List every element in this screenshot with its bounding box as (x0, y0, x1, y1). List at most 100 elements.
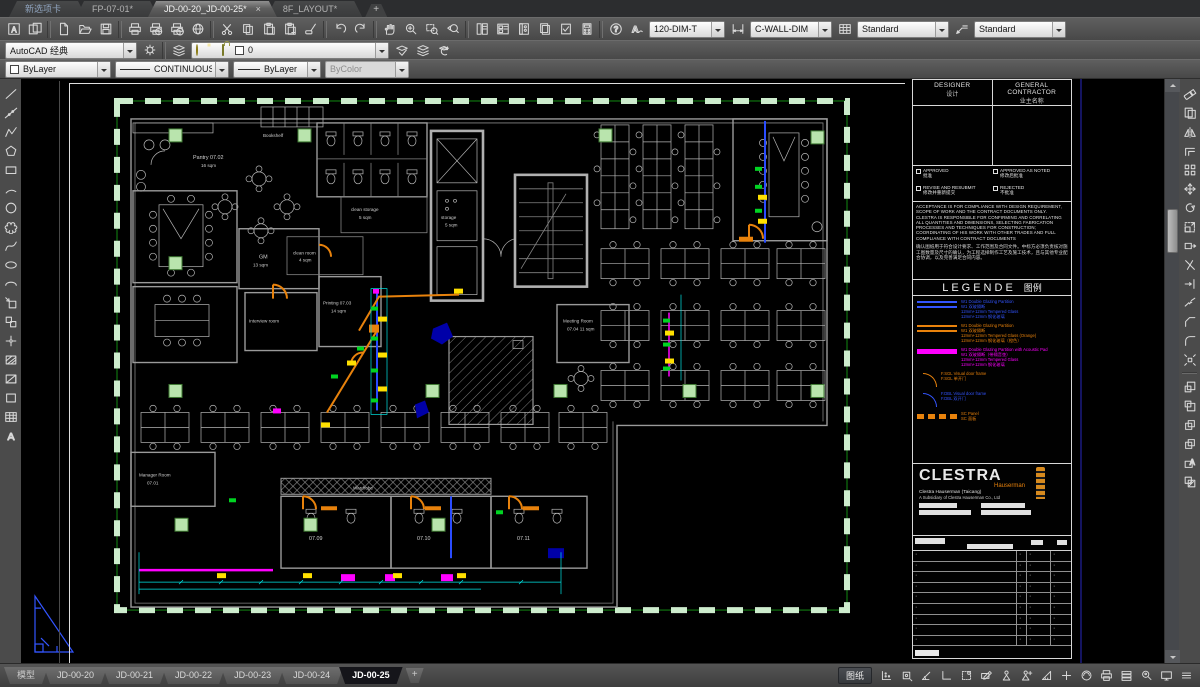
chevron-down-icon[interactable] (935, 22, 948, 37)
text-to-front-icon[interactable] (1180, 453, 1199, 472)
dyn-input-icon[interactable] (977, 667, 996, 685)
pan-icon[interactable] (379, 20, 400, 39)
ellipse-icon[interactable] (1, 255, 20, 274)
approval-checkbox[interactable] (993, 169, 998, 174)
plot-preview-icon[interactable] (145, 20, 166, 39)
hatch-icon[interactable] (1, 350, 20, 369)
web-publish-icon[interactable] (187, 20, 208, 39)
workspace-settings-gear-icon[interactable] (139, 41, 160, 60)
dim-style-icon[interactable] (727, 20, 748, 39)
revision-cloud-icon[interactable] (1, 217, 20, 236)
approval-checkbox[interactable] (916, 169, 921, 174)
explode-icon[interactable] (1180, 350, 1199, 369)
paper-model-toggle[interactable]: 图纸 (838, 667, 872, 684)
line-icon[interactable] (1, 84, 20, 103)
make-object-layer-current-icon[interactable] (412, 41, 433, 60)
scroll-down-arrow[interactable] (1165, 650, 1180, 663)
save-file-icon[interactable] (95, 20, 116, 39)
osnap-icon[interactable] (897, 667, 916, 685)
zoom-realtime-icon[interactable] (400, 20, 421, 39)
mirror-icon[interactable] (1180, 122, 1199, 141)
layers-state-icon[interactable] (1117, 667, 1136, 685)
close-icon[interactable]: × (256, 4, 261, 14)
chevron-down-icon[interactable] (97, 62, 110, 77)
open-file-icon[interactable] (74, 20, 95, 39)
stretch-icon[interactable] (1180, 236, 1199, 255)
erase-icon[interactable] (1180, 84, 1199, 103)
mleader-style-select[interactable]: Standard (974, 21, 1066, 38)
snap-icon[interactable] (957, 667, 976, 685)
rectangle-icon[interactable] (1, 160, 20, 179)
ellipse-arc-icon[interactable] (1, 274, 20, 293)
zoom-previous-icon[interactable] (442, 20, 463, 39)
break-icon[interactable] (1180, 293, 1199, 312)
scale-icon[interactable] (1180, 217, 1199, 236)
table-icon[interactable] (1, 407, 20, 426)
approval-checkbox[interactable] (916, 186, 921, 191)
chevron-down-icon[interactable] (307, 62, 320, 77)
array-icon[interactable] (1180, 160, 1199, 179)
construction-line-icon[interactable] (1, 103, 20, 122)
layout-tab[interactable]: JD-00-22 (162, 667, 225, 684)
extend-icon[interactable] (1180, 274, 1199, 293)
annotation-visibility-icon[interactable] (997, 667, 1016, 685)
annotation-scale-icon[interactable] (1037, 667, 1056, 685)
fillet-icon[interactable] (1180, 331, 1199, 350)
sheetset-manager-icon[interactable] (534, 20, 555, 39)
chevron-down-icon[interactable] (711, 22, 724, 37)
new-layout-button[interactable]: + (406, 668, 424, 683)
match-properties-icon[interactable] (300, 20, 321, 39)
layer-select[interactable]: 0 (191, 42, 389, 59)
bring-to-front-icon[interactable] (1180, 377, 1199, 396)
annotation-autoscale-icon[interactable] (1017, 667, 1036, 685)
dim-style-select[interactable]: 120-DIM-T (649, 21, 725, 38)
properties-palette-icon[interactable] (471, 20, 492, 39)
clean-screen-icon[interactable] (1157, 667, 1176, 685)
table-style-icon[interactable] (834, 20, 855, 39)
color-select[interactable]: ByLayer (5, 61, 111, 78)
linetype-select[interactable]: CONTINUOUS (115, 61, 229, 78)
scroll-up-arrow[interactable] (1165, 79, 1180, 92)
file-tab[interactable]: 8F_LAYOUT* (267, 1, 362, 17)
new-drawing-tab-button[interactable]: + (365, 4, 387, 17)
pdf-export-icon[interactable] (3, 20, 24, 39)
text-style-icon[interactable] (626, 20, 647, 39)
chevron-down-icon[interactable] (215, 62, 228, 77)
chevron-down-icon[interactable] (1052, 22, 1065, 37)
tool-palettes-icon[interactable] (513, 20, 534, 39)
table-style-select[interactable]: Standard (857, 21, 949, 38)
rotate-icon[interactable] (1180, 198, 1199, 217)
help-icon[interactable] (605, 20, 626, 39)
layer-properties-manager-icon[interactable] (168, 41, 189, 60)
layout-tab[interactable]: JD-00-20 (44, 667, 107, 684)
zoom-window-icon[interactable] (421, 20, 442, 39)
isolate-objects-icon[interactable] (1077, 667, 1096, 685)
chamfer-icon[interactable] (1180, 312, 1199, 331)
redo-icon[interactable] (350, 20, 371, 39)
vertical-scrollbar[interactable] (1164, 79, 1179, 663)
plot-icon[interactable] (124, 20, 145, 39)
layout-tab[interactable]: JD-00-25 (339, 667, 403, 684)
wall-dim-style-select[interactable]: C-WALL-DIM (750, 21, 832, 38)
ortho-icon[interactable] (937, 667, 956, 685)
layout-tab[interactable]: JD-00-23 (221, 667, 284, 684)
search-icon[interactable] (1137, 667, 1156, 685)
send-under-objects-icon[interactable] (1180, 434, 1199, 453)
publish-icon[interactable] (166, 20, 187, 39)
new-file-icon[interactable] (53, 20, 74, 39)
copy-icon[interactable] (1180, 103, 1199, 122)
layer-freeze-sun-icon[interactable] (209, 45, 220, 56)
quickcalc-icon[interactable] (576, 20, 597, 39)
circle-icon[interactable] (1, 198, 20, 217)
chevron-down-icon[interactable] (818, 22, 831, 37)
point-icon[interactable] (1, 331, 20, 350)
file-tab[interactable]: FP-07-01* (76, 1, 158, 17)
layer-on-bulb-icon[interactable] (196, 45, 207, 56)
pdf-batch-icon[interactable] (24, 20, 45, 39)
arc-icon[interactable] (1, 179, 20, 198)
menu-icon[interactable] (1177, 667, 1196, 685)
spline-icon[interactable] (1, 236, 20, 255)
chevron-down-icon[interactable] (123, 43, 136, 58)
mleader-style-icon[interactable] (951, 20, 972, 39)
insert-block-icon[interactable] (1, 293, 20, 312)
